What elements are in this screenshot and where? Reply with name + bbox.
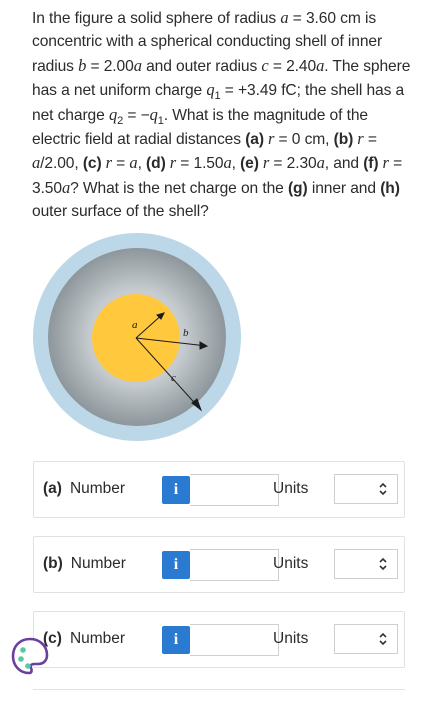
label-c: c <box>171 372 176 384</box>
chevron-updown-icon <box>379 482 387 496</box>
number-input-c[interactable] <box>190 624 279 656</box>
units-label: Units <box>273 555 309 572</box>
info-icon[interactable]: i <box>162 551 190 579</box>
row-label: (a) Number <box>43 480 126 497</box>
row-label: (c) Number <box>43 630 126 647</box>
info-icon[interactable]: i <box>162 626 190 654</box>
answer-row-b: (b) Number i Units <box>33 536 405 593</box>
palette-helper-icon[interactable] <box>10 636 50 676</box>
units-select-c[interactable] <box>334 624 398 654</box>
answer-row-a: (a) Number i Units <box>33 461 405 518</box>
label-a: a <box>132 319 138 331</box>
units-label: Units <box>273 630 309 647</box>
label-b: b <box>183 327 189 339</box>
next-row-edge <box>33 689 405 701</box>
problem-statement: In the figure a solid sphere of radius a… <box>32 8 411 221</box>
number-input-a[interactable] <box>190 474 279 506</box>
chevron-updown-icon <box>379 632 387 646</box>
row-label: (b) Number <box>43 555 126 572</box>
units-select-a[interactable] <box>334 474 398 504</box>
units-label: Units <box>273 480 309 497</box>
sphere-shell-figure: a b c <box>33 233 241 441</box>
number-input-b[interactable] <box>190 549 279 581</box>
units-select-b[interactable] <box>334 549 398 579</box>
info-icon[interactable]: i <box>162 476 190 504</box>
answer-row-c: (c) Number i Units <box>33 611 405 668</box>
chevron-updown-icon <box>379 557 387 571</box>
